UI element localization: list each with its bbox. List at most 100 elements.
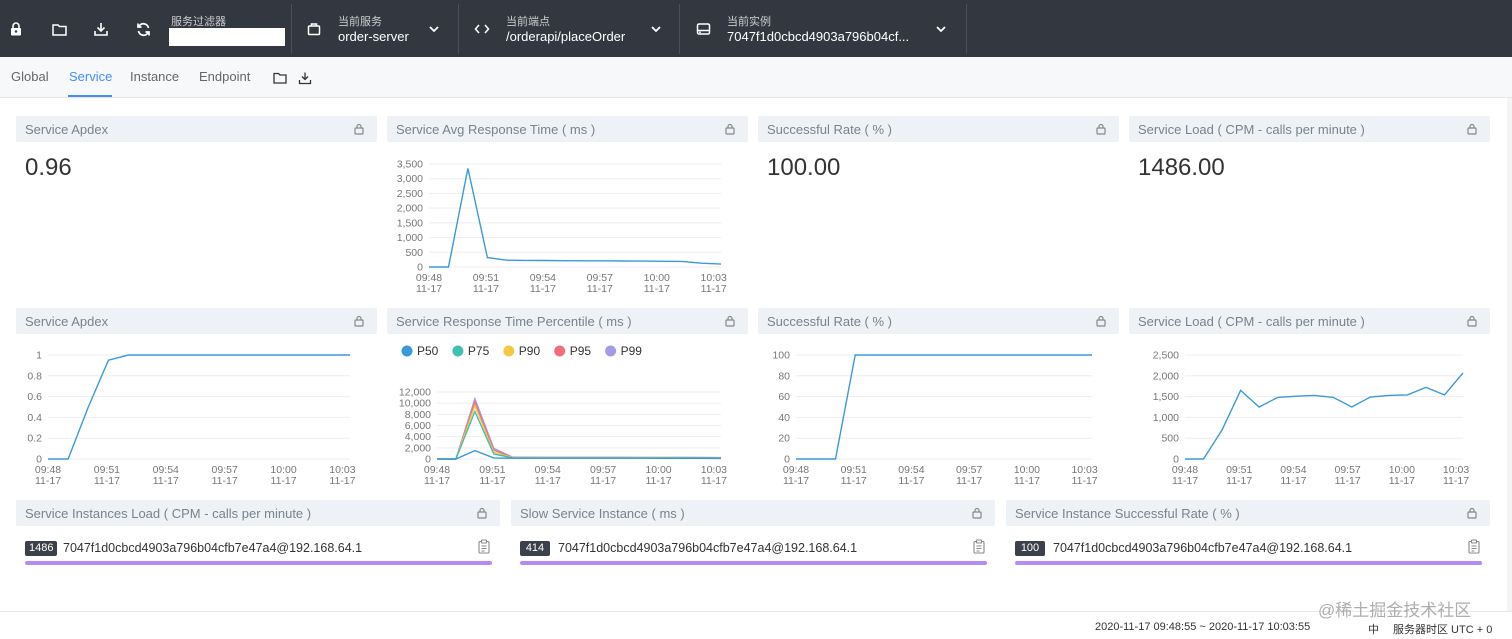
lock-icon[interactable]: [354, 315, 364, 327]
instance-name[interactable]: 7047f1d0cbcd4903a796b04cfb7e47a4@192.168…: [1053, 541, 1352, 555]
service-value: order-server: [338, 29, 409, 44]
legend-item-p95[interactable]: P95: [554, 344, 591, 358]
refresh-icon[interactable]: [135, 21, 151, 37]
language-toggle[interactable]: 中: [1368, 621, 1379, 637]
panel-successful-rate: Successful Rate ( % ) 100.00: [758, 116, 1119, 296]
lock-icon[interactable]: [354, 123, 364, 135]
lock-icon[interactable]: [1467, 123, 1477, 135]
panel-response-percentile: Service Response Time Percentile ( ms ) …: [387, 308, 748, 490]
x-tick-label: 11-17: [898, 475, 924, 487]
panel-title: Service Load ( CPM - calls per minute ): [1138, 122, 1365, 137]
panel-service-apdex-chart: Service Apdex 0 0.2 0.4 0.6 0.8 1 09:48 11-17 09…: [16, 308, 377, 490]
lock-icon[interactable]: [725, 123, 735, 135]
server-timezone: 服务器时区 UTC + 0: [1393, 624, 1493, 636]
instance-name[interactable]: 7047f1d0cbcd4903a796b04cfb7e47a4@192.168…: [558, 541, 857, 555]
series-line: [796, 354, 1092, 460]
legend-item-p99[interactable]: P99: [605, 344, 642, 358]
y-tick-label: 0.6: [27, 391, 42, 403]
y-tick-label: 1,000: [397, 232, 423, 244]
watermark: @稀土掘金技术社区: [1318, 601, 1472, 620]
endpoint-selector[interactable]: 当前端点 /orderapi/placeOrder: [474, 0, 664, 57]
folder-icon[interactable]: [273, 71, 287, 85]
y-tick-label: 1,500: [1153, 391, 1179, 403]
x-tick-label: 11-17: [535, 475, 561, 487]
panel-header: Service Instance Successful Rate ( % ): [1006, 500, 1490, 526]
panel-successful-rate-chart: Successful Rate ( % ) 0 20 40 60 80 100 09:48 1…: [758, 308, 1119, 490]
clipboard-icon[interactable]: [478, 539, 490, 554]
y-tick-label: 1,000: [1153, 412, 1179, 424]
instance-selector[interactable]: 当前实例 7047f1d0cbcd4903a796b04cf...: [696, 0, 952, 57]
legend-marker: [503, 345, 515, 357]
service-filter-input[interactable]: [169, 28, 285, 46]
legend-item-p90[interactable]: P90: [503, 344, 540, 358]
lock-icon[interactable]: [972, 507, 982, 519]
list-item: 414 7047f1d0cbcd4903a796b04cfb7e47a4@192…: [520, 538, 987, 565]
avg-response-chart: 05001,0001,5002,0002,5003,0003,50009:481…: [397, 159, 727, 296]
x-tick-label: 11-17: [329, 475, 355, 487]
lock-icon[interactable]: [8, 21, 24, 37]
panel-header: Slow Service Instance ( ms ): [511, 500, 995, 526]
legend-marker: [452, 345, 464, 357]
legend-item-p75[interactable]: P75: [452, 344, 490, 358]
x-tick-label: 11-17: [645, 475, 671, 487]
y-tick-label: 500: [1161, 433, 1179, 445]
download-icon[interactable]: [298, 71, 312, 85]
panel-title: Service Apdex: [25, 122, 109, 137]
clipboard-icon[interactable]: [1468, 539, 1480, 554]
code-icon: [474, 24, 490, 34]
toolbar-divider: [458, 4, 459, 54]
y-tick-label: 80: [778, 370, 790, 382]
y-tick-label: 10,000: [399, 398, 431, 410]
lock-icon[interactable]: [477, 507, 487, 519]
scrollbar[interactable]: [1507, 98, 1512, 611]
x-tick-label: 11-17: [956, 475, 982, 487]
clipboard-icon[interactable]: [973, 539, 985, 554]
panel-instance-success-rate: Service Instance Successful Rate ( % ) 1…: [1006, 500, 1490, 572]
endpoint-value: /orderapi/placeOrder: [506, 29, 626, 44]
panel-service-load-chart: Service Load ( CPM - calls per minute ) …: [1129, 308, 1490, 490]
lock-icon[interactable]: [1467, 315, 1477, 327]
instance-name[interactable]: 7047f1d0cbcd4903a796b04cfb7e47a4@192.168…: [63, 541, 362, 555]
panel-header: Service Load ( CPM - calls per minute ): [1129, 308, 1490, 334]
toolbar-divider: [679, 4, 680, 54]
tab-global[interactable]: Global: [11, 69, 49, 84]
endpoint-label: 当前端点: [506, 16, 550, 28]
x-tick-label: 11-17: [35, 475, 61, 487]
legend-label: P50: [417, 344, 439, 358]
y-tick-label: 2,000: [397, 203, 423, 215]
legend-label: P99: [621, 344, 643, 358]
x-tick-label: 11-17: [1389, 475, 1415, 487]
legend-marker: [401, 345, 413, 357]
x-tick-label: 11-17: [424, 475, 450, 487]
percentile-chart: 02,0004,0006,0008,00010,00012,00009:4811…: [399, 344, 727, 487]
panel-title: Service Apdex: [25, 314, 109, 329]
panel-service-apdex: Service Apdex 0.96: [16, 116, 377, 296]
server-icon: [696, 23, 711, 35]
panel-header: Service Apdex: [16, 308, 377, 334]
series-line: [1185, 372, 1464, 460]
series-line: [48, 354, 350, 460]
panel-service-load: Service Load ( CPM - calls per minute ) …: [1129, 116, 1490, 296]
lock-icon[interactable]: [1096, 123, 1106, 135]
service-label: 当前服务: [338, 16, 382, 28]
service-selector[interactable]: 当前服务 order-server: [307, 0, 441, 57]
download-icon[interactable]: [93, 21, 109, 37]
x-tick-label: 11-17: [530, 283, 556, 295]
x-tick-label: 11-17: [212, 475, 238, 487]
tab-endpoint[interactable]: Endpoint: [199, 69, 250, 84]
lock-icon[interactable]: [1096, 315, 1106, 327]
lock-icon[interactable]: [1467, 507, 1477, 519]
time-range[interactable]: 2020-11-17 09:48:55 ~ 2020-11-17 10:03:5…: [1095, 621, 1310, 633]
lock-icon[interactable]: [725, 315, 735, 327]
chevron-down-icon: [936, 26, 946, 33]
tab-bar: Global Service Instance Endpoint: [0, 57, 1512, 98]
x-tick-label: 11-17: [1014, 475, 1040, 487]
metric-value: 1486.00: [1138, 154, 1225, 181]
tab-service[interactable]: Service: [69, 69, 112, 84]
tab-instance[interactable]: Instance: [130, 69, 179, 84]
y-tick-label: 1: [36, 350, 42, 362]
x-tick-label: 11-17: [644, 283, 670, 295]
x-tick-label: 11-17: [1280, 475, 1306, 487]
folder-icon[interactable]: [51, 21, 67, 37]
legend-item-p50[interactable]: P50: [401, 344, 439, 358]
